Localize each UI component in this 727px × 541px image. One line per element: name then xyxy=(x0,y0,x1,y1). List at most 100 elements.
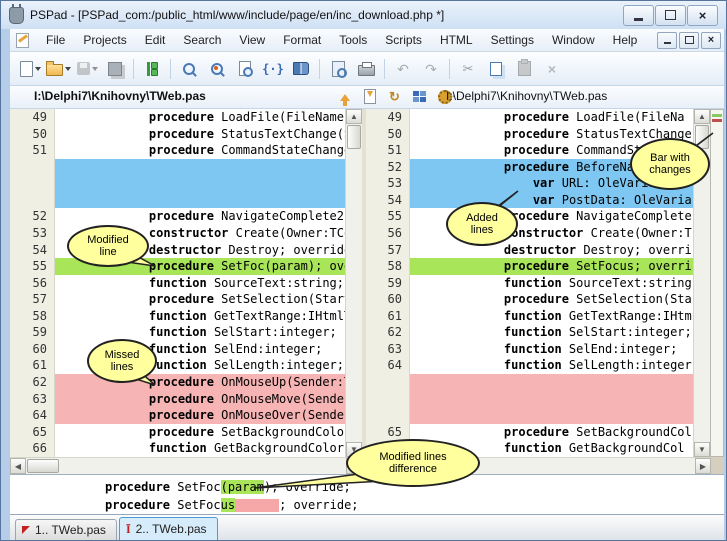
code-row[interactable]: 61 function SelLength:integer; xyxy=(10,357,345,374)
mdi-restore-button[interactable] xyxy=(679,32,699,49)
code-row[interactable]: 50 procedure StatusTextChange xyxy=(366,126,693,143)
print-button[interactable] xyxy=(352,57,380,81)
code-row[interactable]: 55 procedure SetFoc(param); ove xyxy=(10,258,345,275)
code-row[interactable]: 60 procedure SetSelection(Sta xyxy=(366,291,693,308)
search-button[interactable] xyxy=(175,57,203,81)
changes-bar[interactable] xyxy=(710,109,724,457)
left-vscroll-thumb[interactable] xyxy=(347,125,361,149)
code-row[interactable]: 57 procedure SetSelection(Start xyxy=(10,291,345,308)
code-text xyxy=(410,407,693,424)
tab-tweb-1[interactable]: 1.. TWeb.pas xyxy=(15,519,117,540)
menu-help[interactable]: Help xyxy=(604,30,647,50)
open-file-button[interactable] xyxy=(44,57,73,81)
code-row[interactable]: 58 function GetTextRange:IHtmlT xyxy=(10,308,345,325)
print-preview-button[interactable] xyxy=(324,57,352,81)
search-replace-button[interactable] xyxy=(203,57,231,81)
code-row[interactable]: 65 procedure SetBackgroundColor xyxy=(10,424,345,441)
next-difference-button[interactable] xyxy=(360,87,379,106)
left-horizontal-scrollbar[interactable]: ◀ ▶ xyxy=(10,457,362,474)
line-number: 54 xyxy=(366,192,410,209)
code-row[interactable]: 59 function SelStart:integer; xyxy=(10,324,345,341)
code-text: function SelEnd:integer; xyxy=(410,341,693,358)
code-row[interactable]: 53 constructor Create(Owner:TCo xyxy=(10,225,345,242)
code-row[interactable]: 56 function SourceText:string; xyxy=(10,275,345,292)
paste-button[interactable] xyxy=(510,57,538,81)
code-row[interactable]: 50 procedure StatusTextChange(S xyxy=(10,126,345,143)
left-hscroll-thumb[interactable] xyxy=(27,459,59,473)
cut-button[interactable]: ✂ xyxy=(454,57,482,81)
mdi-minimize-button[interactable] xyxy=(657,32,677,49)
scroll-right-icon[interactable]: ▶ xyxy=(695,458,711,474)
menu-settings[interactable]: Settings xyxy=(482,30,543,50)
search-in-files-button[interactable] xyxy=(231,57,259,81)
code-row[interactable]: 60 function SelEnd:integer; xyxy=(10,341,345,358)
code-row[interactable]: 57 destructor Destroy; overri xyxy=(366,242,693,259)
code-row[interactable]: 66 function GetBackgroundColor: xyxy=(10,440,345,457)
minimize-button[interactable] xyxy=(623,5,654,26)
scroll-down-icon[interactable]: ▼ xyxy=(694,442,710,457)
code-row[interactable]: 63 procedure OnMouseMove(Sender xyxy=(10,391,345,408)
refresh-icon: ↻ xyxy=(389,90,400,103)
menu-scripts[interactable]: Scripts xyxy=(376,30,431,50)
tab-tweb-2[interactable]: Ī2.. TWeb.pas xyxy=(119,517,218,540)
code-row[interactable] xyxy=(366,374,693,391)
code-row[interactable] xyxy=(10,192,345,209)
menu-edit[interactable]: Edit xyxy=(136,30,175,50)
left-code-rows: 49 procedure LoadFile(FileName:50 proced… xyxy=(10,109,345,457)
undo-button[interactable]: ↶ xyxy=(389,57,417,81)
code-row[interactable]: 64 function SelLength:integer xyxy=(366,357,693,374)
menu-view[interactable]: View xyxy=(230,30,274,50)
code-row[interactable] xyxy=(10,175,345,192)
code-row[interactable]: 54 var PostData: OleVaria xyxy=(366,192,693,209)
code-row[interactable]: 58 procedure SetFocus; overri xyxy=(366,258,693,275)
code-row[interactable]: 52 procedure NavigateComplete2( xyxy=(10,208,345,225)
left-editor-pane[interactable]: 49 procedure LoadFile(FileName:50 proced… xyxy=(10,109,362,457)
line-number: 57 xyxy=(366,242,410,259)
code-row[interactable]: 63 function SelEnd:integer; xyxy=(366,341,693,358)
left-vertical-scrollbar[interactable]: ▲ ▼ xyxy=(345,109,362,457)
code-row[interactable]: 61 function GetTextRange:IHtm xyxy=(366,308,693,325)
menu-file[interactable]: File xyxy=(37,30,74,50)
code-row[interactable]: 51 procedure CommandStateChange xyxy=(10,142,345,159)
project-tree-button[interactable] xyxy=(138,57,166,81)
code-row[interactable]: 62 function SelStart:integer; xyxy=(366,324,693,341)
delete-button[interactable]: × xyxy=(538,57,566,81)
recompare-button[interactable]: ↻ xyxy=(385,87,404,106)
menu-window[interactable]: Window xyxy=(543,30,604,50)
code-row[interactable]: 64 procedure OnMouseOver(Sender xyxy=(10,407,345,424)
code-row[interactable]: 49 procedure LoadFile(FileNa xyxy=(366,109,693,126)
code-row[interactable] xyxy=(366,391,693,408)
code-row[interactable]: 56 constructor Create(Owner:T xyxy=(366,225,693,242)
menu-projects[interactable]: Projects xyxy=(74,30,135,50)
code-row[interactable]: 55 procedure NavigateComplete xyxy=(366,208,693,225)
matching-bracket-button[interactable]: {·} xyxy=(259,57,287,81)
scroll-left-icon[interactable]: ◀ xyxy=(10,458,26,474)
code-row[interactable]: 54 destructor Destroy; override xyxy=(10,242,345,259)
new-file-button[interactable] xyxy=(16,57,44,81)
split-view-button[interactable] xyxy=(410,87,429,106)
scroll-up-icon[interactable]: ▲ xyxy=(694,109,710,124)
maximize-button[interactable] xyxy=(655,5,686,26)
line-number: 65 xyxy=(10,424,55,441)
menu-html[interactable]: HTML xyxy=(431,30,482,50)
save-all-button[interactable] xyxy=(101,57,129,81)
code-row[interactable] xyxy=(366,407,693,424)
save-button[interactable] xyxy=(73,57,101,81)
scroll-up-icon[interactable]: ▲ xyxy=(346,109,362,124)
copy-button[interactable] xyxy=(482,57,510,81)
code-row[interactable]: 49 procedure LoadFile(FileName: xyxy=(10,109,345,126)
close-button[interactable]: × xyxy=(687,5,718,26)
code-row[interactable]: 62 procedure OnMouseUp(Sender:T xyxy=(10,374,345,391)
code-row[interactable]: 59 function SourceText:string xyxy=(366,275,693,292)
menu-format[interactable]: Format xyxy=(274,30,330,50)
menu-tools[interactable]: Tools xyxy=(330,30,376,50)
redo-button[interactable]: ↷ xyxy=(417,57,445,81)
keyword: procedure xyxy=(105,480,170,494)
previous-difference-button[interactable] xyxy=(335,87,354,106)
title-bar[interactable]: PSPad - [PSPad_com:/public_html/www/incl… xyxy=(1,1,726,29)
code-row[interactable] xyxy=(10,159,345,176)
menu-search[interactable]: Search xyxy=(174,30,230,50)
code-row[interactable]: 65 procedure SetBackgroundCol xyxy=(366,424,693,441)
code-explorer-button[interactable] xyxy=(287,57,315,81)
mdi-close-button[interactable]: × xyxy=(701,32,721,49)
